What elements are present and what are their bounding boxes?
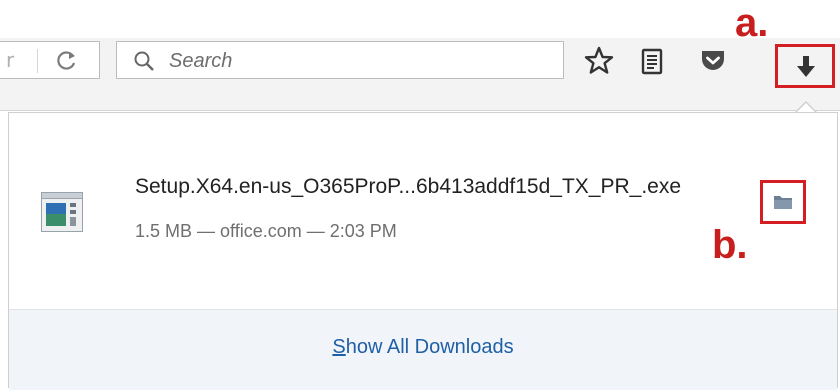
- search-input[interactable]: [167, 46, 551, 76]
- pocket-icon[interactable]: [697, 45, 729, 77]
- show-all-accesskey: S: [332, 336, 346, 358]
- folder-icon: [774, 196, 792, 209]
- open-containing-folder-button[interactable]: [760, 180, 806, 224]
- url-bar-separator: [37, 49, 38, 73]
- show-all-downloads-link[interactable]: Show All Downloads: [9, 336, 837, 359]
- file-icon: [41, 192, 83, 237]
- url-dropdown-glyph[interactable]: r: [6, 48, 14, 72]
- show-all-label: how All Downloads: [345, 336, 514, 358]
- download-meta: 1.5 MB — office.com — 2:03 PM: [135, 221, 397, 241]
- downloads-button[interactable]: [775, 44, 835, 88]
- downloads-panel-footer: Show All Downloads: [9, 309, 837, 390]
- reload-icon[interactable]: [52, 48, 82, 74]
- download-file-name: Setup.X64.en-us_O365ProP...6b413addf15d_…: [135, 175, 682, 198]
- bookmark-star-icon[interactable]: [583, 45, 615, 77]
- download-item[interactable]: Setup.X64.en-us_O365ProP...6b413addf15d_…: [9, 113, 837, 309]
- download-arrow-icon: [797, 56, 815, 77]
- search-bar[interactable]: [116, 41, 564, 79]
- annotation-label-b: b.: [712, 223, 748, 267]
- url-bar[interactable]: [0, 41, 100, 79]
- reader-view-icon[interactable]: [636, 45, 668, 77]
- annotation-label-a: a.: [735, 1, 769, 45]
- search-icon: [134, 51, 154, 71]
